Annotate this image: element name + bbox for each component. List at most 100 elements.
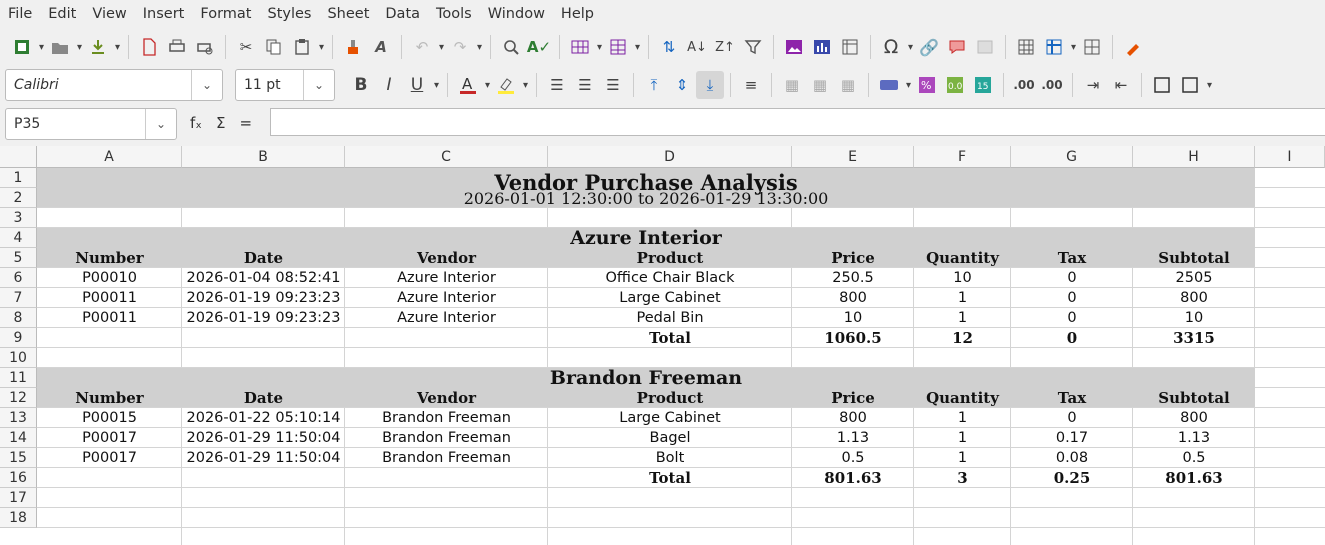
data-cell[interactable]: Pedal Bin — [548, 308, 792, 328]
total-tax[interactable]: 0 — [1011, 328, 1133, 348]
data-cell[interactable]: P00010 — [37, 268, 182, 288]
date-format-icon[interactable]: 15 — [969, 71, 997, 99]
total-price[interactable]: 801.63 — [792, 468, 914, 488]
data-cell[interactable]: 0 — [1011, 288, 1133, 308]
decrease-indent-icon[interactable]: ⇤ — [1107, 71, 1135, 99]
row-header[interactable]: 6 — [0, 268, 37, 288]
data-cell[interactable]: Brandon Freeman — [345, 408, 548, 428]
data-cell[interactable]: P00017 — [37, 448, 182, 468]
column-label[interactable]: Quantity — [914, 248, 1011, 268]
column-label[interactable]: Subtotal — [1133, 388, 1255, 408]
column-label[interactable]: Quantity — [914, 388, 1011, 408]
print-preview-icon[interactable] — [191, 33, 219, 61]
data-cell[interactable]: 0 — [1011, 268, 1133, 288]
select-all-corner[interactable] — [0, 146, 37, 168]
data-cell[interactable]: Brandon Freeman — [345, 428, 548, 448]
autofilter-icon[interactable] — [739, 33, 767, 61]
report-date-range[interactable]: 2026-01-01 12:30:00 to 2026-01-29 13:30:… — [37, 188, 1255, 208]
export-pdf-icon[interactable] — [135, 33, 163, 61]
align-top-icon[interactable]: ⤒ — [640, 71, 668, 99]
copy-icon[interactable] — [260, 33, 288, 61]
row-header[interactable]: 17 — [0, 488, 37, 508]
chevron-down-icon[interactable]: ⌄ — [191, 70, 222, 100]
total-quantity[interactable]: 12 — [914, 328, 1011, 348]
data-cell[interactable]: 800 — [1133, 288, 1255, 308]
insert-image-icon[interactable] — [780, 33, 808, 61]
define-print-area-icon[interactable] — [1012, 33, 1040, 61]
sort-descending-icon[interactable]: Z↑ — [711, 33, 739, 61]
data-cell[interactable]: 1 — [914, 288, 1011, 308]
data-cell[interactable]: P00015 — [37, 408, 182, 428]
menu-styles[interactable]: Styles — [259, 0, 319, 28]
column-header-c[interactable]: C — [345, 146, 548, 168]
data-cell[interactable]: 0 — [1011, 408, 1133, 428]
merge-center-icon[interactable]: ▦ — [778, 71, 806, 99]
data-cell[interactable]: 2026-01-29 11:50:04 — [182, 428, 345, 448]
spelling-icon[interactable]: A✓ — [525, 33, 553, 61]
data-cell[interactable]: 2026-01-19 09:23:23 — [182, 288, 345, 308]
special-character-icon[interactable]: Ω — [877, 33, 913, 61]
column-label[interactable]: Tax — [1011, 248, 1133, 268]
redo-icon[interactable]: ↷ — [446, 33, 482, 61]
row-header[interactable]: 5 — [0, 248, 37, 268]
data-cell[interactable]: 1 — [914, 428, 1011, 448]
data-cell[interactable]: 0.5 — [792, 448, 914, 468]
menu-file[interactable]: File — [0, 0, 40, 28]
data-cell[interactable]: 2026-01-22 05:10:14 — [182, 408, 345, 428]
unmerge-cells-icon[interactable]: ▦ — [834, 71, 862, 99]
font-size-combo[interactable]: 11 pt ⌄ — [235, 69, 335, 101]
column-label[interactable]: Date — [182, 388, 345, 408]
data-cell[interactable]: 2026-01-29 11:50:04 — [182, 448, 345, 468]
add-decimal-icon[interactable]: .00 — [1010, 71, 1038, 99]
formula-icon[interactable]: = — [239, 114, 252, 132]
find-replace-icon[interactable] — [497, 33, 525, 61]
data-cell[interactable]: 1 — [914, 308, 1011, 328]
row-header[interactable]: 18 — [0, 508, 37, 528]
clear-formatting-icon[interactable]: A — [367, 33, 395, 61]
total-label[interactable]: Total — [548, 328, 792, 348]
insert-chart-icon[interactable] — [808, 33, 836, 61]
formula-input[interactable] — [270, 108, 1325, 136]
center-vertically-icon[interactable]: ⇕ — [668, 71, 696, 99]
vendor-group-title[interactable]: Azure Interior — [37, 227, 1255, 249]
data-cell[interactable]: 800 — [792, 288, 914, 308]
highlight-color-icon[interactable] — [492, 71, 528, 99]
menu-data[interactable]: Data — [377, 0, 428, 28]
total-subtotal[interactable]: 3315 — [1133, 328, 1255, 348]
row-header[interactable]: 13 — [0, 408, 37, 428]
data-cell[interactable]: 0.5 — [1133, 448, 1255, 468]
underline-icon[interactable]: U — [403, 71, 439, 99]
bold-icon[interactable]: B — [347, 71, 375, 99]
data-cell[interactable]: 0 — [1011, 308, 1133, 328]
data-cell[interactable]: Office Chair Black — [548, 268, 792, 288]
row-header[interactable]: 16 — [0, 468, 37, 488]
clone-formatting-icon[interactable] — [339, 33, 367, 61]
data-cell[interactable]: P00017 — [37, 428, 182, 448]
row-header[interactable]: 3 — [0, 208, 37, 228]
menu-insert[interactable]: Insert — [135, 0, 193, 28]
number-format-icon[interactable]: 0.0 — [941, 71, 969, 99]
data-cell[interactable]: 1 — [914, 408, 1011, 428]
print-icon[interactable] — [163, 33, 191, 61]
increase-indent-icon[interactable]: ⇥ — [1079, 71, 1107, 99]
align-center-icon[interactable]: ☰ — [571, 71, 599, 99]
column-header-h[interactable]: H — [1133, 146, 1255, 168]
align-left-icon[interactable]: ☰ — [543, 71, 571, 99]
comment-icon[interactable] — [943, 33, 971, 61]
menu-format[interactable]: Format — [192, 0, 259, 28]
data-cell[interactable]: P00011 — [37, 308, 182, 328]
data-cell[interactable]: 250.5 — [792, 268, 914, 288]
column-label[interactable]: Number — [37, 248, 182, 268]
data-cell[interactable]: 2026-01-19 09:23:23 — [182, 308, 345, 328]
freeze-rows-icon[interactable] — [1040, 33, 1076, 61]
undo-icon[interactable]: ↶ — [408, 33, 444, 61]
total-tax[interactable]: 0.25 — [1011, 468, 1133, 488]
data-cell[interactable]: Large Cabinet — [548, 288, 792, 308]
data-cell[interactable]: Brandon Freeman — [345, 448, 548, 468]
sort-ascending-icon[interactable]: A↓ — [683, 33, 711, 61]
total-quantity[interactable]: 3 — [914, 468, 1011, 488]
currency-format-icon[interactable] — [875, 71, 911, 99]
data-cell[interactable]: 800 — [1133, 408, 1255, 428]
spreadsheet-grid[interactable]: A B C D E F G H I 1 2 3 4 5 6 7 8 9 10 11 12 13 14 15 16 17 18 Vend… — [0, 146, 1325, 545]
data-cell[interactable]: P00011 — [37, 288, 182, 308]
